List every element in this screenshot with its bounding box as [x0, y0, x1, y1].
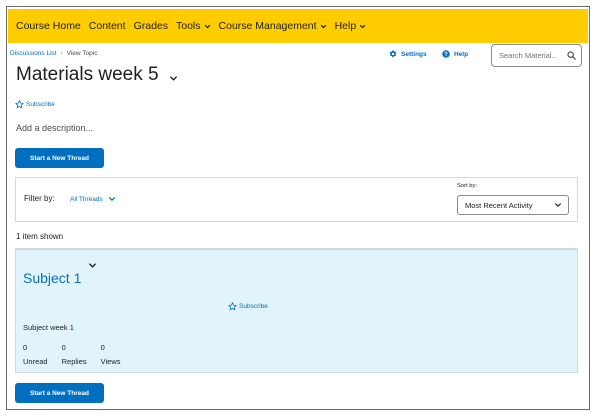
filter-bar: Filter by: All Threads Sort by: Most Rec… — [15, 177, 578, 221]
star-icon — [15, 100, 24, 109]
help-label: Help — [454, 50, 469, 58]
search-box — [491, 44, 582, 67]
nav-tools[interactable]: Tools — [176, 20, 211, 32]
help-icon — [442, 50, 450, 58]
chevron-down-icon — [360, 24, 366, 28]
sort-select[interactable]: Most Recent Activity — [457, 195, 569, 215]
chevron-down-icon — [204, 24, 210, 28]
subscribe-label: Subscribe — [239, 303, 268, 310]
chevron-down-icon — [320, 24, 326, 28]
sort-value: Most Recent Activity — [465, 200, 533, 210]
stat-label: Views — [100, 357, 121, 366]
chevron-down-icon — [108, 197, 115, 201]
subscribe-label: Subscribe — [26, 101, 55, 108]
stat-value: 0 — [23, 343, 28, 352]
page-title-text: Materials week 5 — [16, 64, 159, 85]
nav-content[interactable]: Content — [89, 20, 126, 32]
settings-label: Settings — [401, 50, 427, 58]
thread-card: Subject 1 Subscribe Subject week 1 0 Unr… — [15, 249, 578, 373]
breadcrumb-current: View Topic — [66, 50, 98, 57]
item-count: 1 item shown — [16, 232, 64, 241]
filter-dropdown[interactable]: All Threads — [70, 195, 116, 203]
nav-label: Content — [88, 20, 126, 32]
stat-value: 0 — [61, 343, 66, 352]
thread-stats: 0 Unread 0 Replies 0 Views — [23, 343, 135, 366]
start-new-thread-button-bottom[interactable]: Start a New Thread — [15, 383, 104, 403]
app-frame: Course Home Content Grades Tools Course … — [6, 6, 590, 410]
nav-help[interactable]: Help — [335, 20, 367, 32]
chevron-down-icon — [555, 203, 561, 207]
page-title: Materials week 5 — [16, 64, 178, 86]
stat-unread: 0 Unread — [23, 343, 48, 366]
nav-label: Tools — [176, 20, 201, 32]
settings-link[interactable]: Settings — [389, 50, 427, 58]
thread-subscribe-link[interactable]: Subscribe — [228, 302, 268, 311]
stat-label: Unread — [23, 357, 48, 366]
start-new-thread-button[interactable]: Start a New Thread — [15, 148, 104, 168]
nav-course-home[interactable]: Course Home — [16, 20, 81, 32]
breadcrumb-separator-icon: › — [60, 50, 63, 57]
help-link[interactable]: Help — [442, 50, 468, 58]
breadcrumb-discussions-list-link[interactable]: Discussions List — [10, 50, 57, 57]
thread-title-link[interactable]: Subject 1 — [23, 270, 81, 286]
thread-description: Subject week 1 — [23, 323, 74, 332]
nav-label: Help — [334, 20, 357, 32]
subscribe-link[interactable]: Subscribe — [15, 100, 55, 109]
sort-label: Sort by: — [457, 183, 477, 189]
chevron-down-icon[interactable] — [169, 74, 178, 83]
stat-value: 0 — [100, 343, 105, 352]
nav-grades[interactable]: Grades — [134, 20, 168, 32]
stat-label: Replies — [61, 357, 87, 366]
filter-value: All Threads — [70, 195, 103, 203]
stat-replies: 0 Replies — [62, 343, 87, 366]
nav-label: Grades — [133, 20, 168, 32]
stat-views: 0 Views — [101, 343, 121, 366]
filter-label: Filter by: — [24, 194, 55, 203]
nav-course-management[interactable]: Course Management — [219, 20, 327, 32]
chevron-down-icon[interactable] — [88, 261, 97, 270]
item-count-bar: 1 item shown — [15, 221, 578, 249]
star-icon — [228, 302, 237, 311]
nav-label: Course Home — [16, 20, 81, 32]
course-navbar: Course Home Content Grades Tools Course … — [8, 9, 588, 43]
gear-icon — [389, 50, 397, 58]
nav-label: Course Management — [218, 20, 317, 32]
search-input[interactable] — [499, 51, 561, 60]
add-description-field[interactable]: Add a description... — [16, 123, 93, 133]
search-icon[interactable] — [567, 51, 576, 60]
breadcrumb: Discussions List › View Topic — [10, 50, 97, 57]
